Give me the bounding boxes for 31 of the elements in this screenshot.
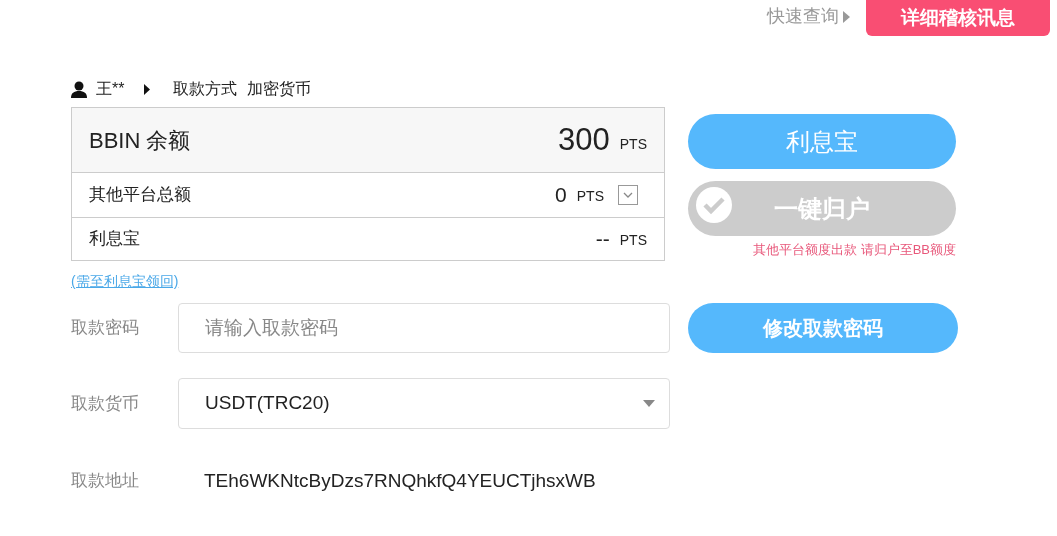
- consolidate-note: 其他平台额度出款 请归户至BB额度: [752, 241, 956, 259]
- checkmark-icon: [696, 187, 732, 223]
- field-label: 取款货币: [71, 392, 140, 415]
- chevron-down-icon: [623, 192, 633, 198]
- change-password-button[interactable]: 修改取款密码: [688, 303, 958, 353]
- balance-amount: 300: [558, 120, 610, 159]
- method-label: 取款方式: [173, 79, 238, 99]
- expand-toggle[interactable]: [618, 185, 638, 205]
- user-icon: [71, 80, 87, 98]
- currency-select[interactable]: USDT(TRC20): [178, 378, 670, 429]
- field-label: 取款地址: [71, 470, 140, 493]
- field-label: 取款密码: [71, 317, 140, 340]
- balance-label: BBIN 余额: [89, 126, 191, 155]
- balance-amount: 0: [555, 182, 567, 209]
- method-value: 加密货币: [247, 79, 312, 99]
- unit-label: PTS: [619, 231, 647, 250]
- balance-amount: --: [595, 226, 610, 253]
- dropdown-arrow-icon: [643, 400, 655, 407]
- interest-link[interactable]: (需至利息宝领回): [71, 271, 179, 292]
- unit-label: PTS: [619, 134, 647, 154]
- quick-query-link[interactable]: 快速查询: [767, 3, 839, 30]
- audit-details-button[interactable]: 详细稽核讯息: [866, 0, 1050, 36]
- triangle-right-icon: [843, 10, 850, 23]
- unit-label: PTS: [576, 187, 604, 206]
- address-value: TEh6WKNtcByDzs7RNQhkfQ4YEUCTjhsxWB: [204, 468, 596, 493]
- password-field[interactable]: 请输入取款密码: [178, 303, 670, 353]
- balance-label: 其他平台总额: [89, 184, 191, 207]
- balance-label: 利息宝: [89, 228, 140, 251]
- interest-button[interactable]: 利息宝: [688, 114, 956, 169]
- user-name: 王**: [96, 79, 125, 99]
- triangle-right-icon: [144, 83, 151, 95]
